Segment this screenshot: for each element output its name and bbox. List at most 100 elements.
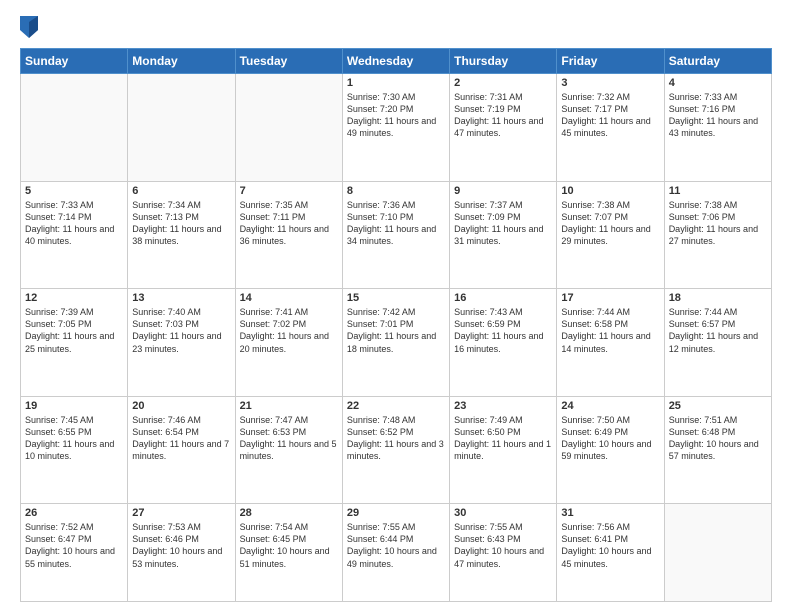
day-info: Sunrise: 7:44 AM Sunset: 6:58 PM Dayligh… <box>561 306 659 355</box>
day-info: Sunrise: 7:55 AM Sunset: 6:43 PM Dayligh… <box>454 521 552 570</box>
calendar-cell: 18 Sunrise: 7:44 AM Sunset: 6:57 PM Dayli… <box>664 289 771 397</box>
day-info: Sunrise: 7:34 AM Sunset: 7:13 PM Dayligh… <box>132 199 230 248</box>
calendar-cell: 3 Sunrise: 7:32 AM Sunset: 7:17 PM Daylig… <box>557 74 664 182</box>
day-number: 8 <box>347 185 445 197</box>
header <box>20 16 772 38</box>
calendar-cell: 5 Sunrise: 7:33 AM Sunset: 7:14 PM Daylig… <box>21 181 128 289</box>
col-friday: Friday <box>557 49 664 74</box>
day-info: Sunrise: 7:44 AM Sunset: 6:57 PM Dayligh… <box>669 306 767 355</box>
calendar-week-4: 19 Sunrise: 7:45 AM Sunset: 6:55 PM Dayli… <box>21 396 772 504</box>
col-thursday: Thursday <box>450 49 557 74</box>
day-number: 22 <box>347 400 445 412</box>
header-row: Sunday Monday Tuesday Wednesday Thursday… <box>21 49 772 74</box>
calendar-cell: 6Sunrise: 7:34 AM Sunset: 7:13 PM Daylig… <box>128 181 235 289</box>
calendar-cell: 14Sunrise: 7:41 AM Sunset: 7:02 PM Dayli… <box>235 289 342 397</box>
calendar-cell: 30 Sunrise: 7:55 AM Sunset: 6:43 PM Dayli… <box>450 504 557 602</box>
calendar-cell: 20 Sunrise: 7:46 AM Sunset: 6:54 PM Dayli… <box>128 396 235 504</box>
calendar-cell: 2Sunrise: 7:31 AM Sunset: 7:19 PM Daylig… <box>450 74 557 182</box>
day-info: Sunrise: 7:53 AM Sunset: 6:46 PM Dayligh… <box>132 521 230 570</box>
day-info: Sunrise: 7:56 AM Sunset: 6:41 PM Dayligh… <box>561 521 659 570</box>
day-number: 4 <box>669 77 767 89</box>
day-number: 27 <box>132 507 230 519</box>
calendar-cell: 12Sunrise: 7:39 AM Sunset: 7:05 PM Dayli… <box>21 289 128 397</box>
day-number: 18 <box>669 292 767 304</box>
day-info: Sunrise: 7:30 AM Sunset: 7:20 PM Dayligh… <box>347 91 445 140</box>
day-info: Sunrise: 7:55 AM Sunset: 6:44 PM Dayligh… <box>347 521 445 570</box>
calendar-cell: 24 Sunrise: 7:50 AM Sunset: 6:49 PM Dayli… <box>557 396 664 504</box>
day-info: Sunrise: 7:32 AM Sunset: 7:17 PM Dayligh… <box>561 91 659 140</box>
calendar-cell: 4 Sunrise: 7:33 AM Sunset: 7:16 PM Daylig… <box>664 74 771 182</box>
col-tuesday: Tuesday <box>235 49 342 74</box>
day-number: 24 <box>561 400 659 412</box>
day-number: 19 <box>25 400 123 412</box>
logo <box>20 16 42 38</box>
day-info: Sunrise: 7:38 AM Sunset: 7:07 PM Dayligh… <box>561 199 659 248</box>
day-info: Sunrise: 7:49 AM Sunset: 6:50 PM Dayligh… <box>454 414 552 463</box>
day-info: Sunrise: 7:35 AM Sunset: 7:11 PM Dayligh… <box>240 199 338 248</box>
calendar-cell: 28Sunrise: 7:54 AM Sunset: 6:45 PM Dayli… <box>235 504 342 602</box>
day-info: Sunrise: 7:50 AM Sunset: 6:49 PM Dayligh… <box>561 414 659 463</box>
day-info: Sunrise: 7:43 AM Sunset: 6:59 PM Dayligh… <box>454 306 552 355</box>
calendar-cell: 13 Sunrise: 7:40 AM Sunset: 7:03 PM Dayli… <box>128 289 235 397</box>
calendar-cell <box>664 504 771 602</box>
day-number: 25 <box>669 400 767 412</box>
day-number: 10 <box>561 185 659 197</box>
day-number: 3 <box>561 77 659 89</box>
calendar-cell <box>235 74 342 182</box>
calendar-week-5: 26Sunrise: 7:52 AM Sunset: 6:47 PM Dayli… <box>21 504 772 602</box>
day-number: 9 <box>454 185 552 197</box>
day-number: 2 <box>454 77 552 89</box>
day-info: Sunrise: 7:46 AM Sunset: 6:54 PM Dayligh… <box>132 414 230 463</box>
day-info: Sunrise: 7:42 AM Sunset: 7:01 PM Dayligh… <box>347 306 445 355</box>
calendar-cell: 1Sunrise: 7:30 AM Sunset: 7:20 PM Daylig… <box>342 74 449 182</box>
day-info: Sunrise: 7:48 AM Sunset: 6:52 PM Dayligh… <box>347 414 445 463</box>
day-info: Sunrise: 7:40 AM Sunset: 7:03 PM Dayligh… <box>132 306 230 355</box>
calendar-week-2: 5 Sunrise: 7:33 AM Sunset: 7:14 PM Daylig… <box>21 181 772 289</box>
day-number: 12 <box>25 292 123 304</box>
day-info: Sunrise: 7:36 AM Sunset: 7:10 PM Dayligh… <box>347 199 445 248</box>
day-number: 21 <box>240 400 338 412</box>
calendar-cell <box>21 74 128 182</box>
day-number: 17 <box>561 292 659 304</box>
calendar-cell <box>128 74 235 182</box>
calendar-week-1: 1Sunrise: 7:30 AM Sunset: 7:20 PM Daylig… <box>21 74 772 182</box>
day-number: 7 <box>240 185 338 197</box>
col-sunday: Sunday <box>21 49 128 74</box>
calendar-cell: 8 Sunrise: 7:36 AM Sunset: 7:10 PM Daylig… <box>342 181 449 289</box>
calendar-cell: 7 Sunrise: 7:35 AM Sunset: 7:11 PM Daylig… <box>235 181 342 289</box>
calendar-cell: 10 Sunrise: 7:38 AM Sunset: 7:07 PM Dayli… <box>557 181 664 289</box>
day-info: Sunrise: 7:41 AM Sunset: 7:02 PM Dayligh… <box>240 306 338 355</box>
calendar-cell: 16 Sunrise: 7:43 AM Sunset: 6:59 PM Dayli… <box>450 289 557 397</box>
day-number: 26 <box>25 507 123 519</box>
day-number: 23 <box>454 400 552 412</box>
day-number: 31 <box>561 507 659 519</box>
calendar-cell: 25Sunrise: 7:51 AM Sunset: 6:48 PM Dayli… <box>664 396 771 504</box>
calendar-cell: 22 Sunrise: 7:48 AM Sunset: 6:52 PM Dayli… <box>342 396 449 504</box>
col-monday: Monday <box>128 49 235 74</box>
day-number: 15 <box>347 292 445 304</box>
calendar-cell: 17 Sunrise: 7:44 AM Sunset: 6:58 PM Dayli… <box>557 289 664 397</box>
page: Sunday Monday Tuesday Wednesday Thursday… <box>0 0 792 612</box>
day-info: Sunrise: 7:33 AM Sunset: 7:14 PM Dayligh… <box>25 199 123 248</box>
calendar-cell: 31 Sunrise: 7:56 AM Sunset: 6:41 PM Dayli… <box>557 504 664 602</box>
calendar-week-3: 12Sunrise: 7:39 AM Sunset: 7:05 PM Dayli… <box>21 289 772 397</box>
day-number: 30 <box>454 507 552 519</box>
logo-icon <box>20 16 38 38</box>
calendar-cell: 15 Sunrise: 7:42 AM Sunset: 7:01 PM Dayli… <box>342 289 449 397</box>
day-number: 5 <box>25 185 123 197</box>
calendar-cell: 9 Sunrise: 7:37 AM Sunset: 7:09 PM Daylig… <box>450 181 557 289</box>
calendar-cell: 26Sunrise: 7:52 AM Sunset: 6:47 PM Dayli… <box>21 504 128 602</box>
day-info: Sunrise: 7:45 AM Sunset: 6:55 PM Dayligh… <box>25 414 123 463</box>
calendar-cell: 11Sunrise: 7:38 AM Sunset: 7:06 PM Dayli… <box>664 181 771 289</box>
day-number: 20 <box>132 400 230 412</box>
day-number: 28 <box>240 507 338 519</box>
day-number: 16 <box>454 292 552 304</box>
day-info: Sunrise: 7:38 AM Sunset: 7:06 PM Dayligh… <box>669 199 767 248</box>
day-number: 13 <box>132 292 230 304</box>
day-info: Sunrise: 7:33 AM Sunset: 7:16 PM Dayligh… <box>669 91 767 140</box>
calendar-cell: 29 Sunrise: 7:55 AM Sunset: 6:44 PM Dayli… <box>342 504 449 602</box>
day-info: Sunrise: 7:37 AM Sunset: 7:09 PM Dayligh… <box>454 199 552 248</box>
col-saturday: Saturday <box>664 49 771 74</box>
day-number: 29 <box>347 507 445 519</box>
calendar-cell: 23 Sunrise: 7:49 AM Sunset: 6:50 PM Dayli… <box>450 396 557 504</box>
